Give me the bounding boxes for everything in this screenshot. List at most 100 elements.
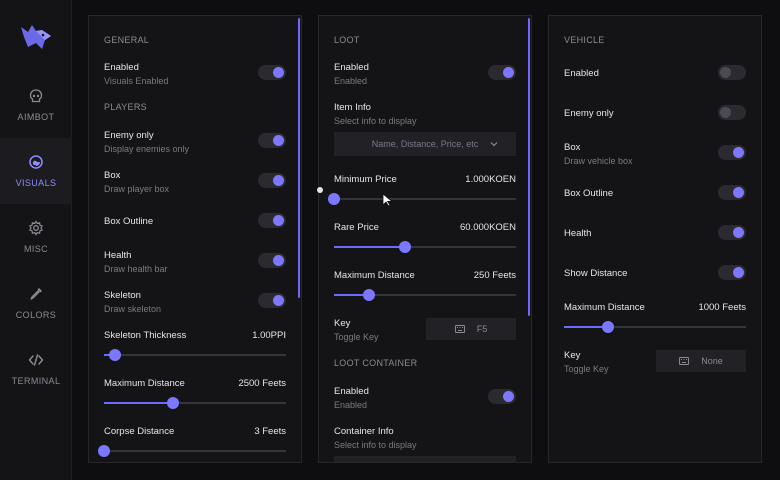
toggle-knob <box>273 67 284 78</box>
setting-value: 60.000KOEN <box>460 222 516 233</box>
players-skeleton-toggle[interactable] <box>258 293 286 308</box>
players-enemy-only-toggle[interactable] <box>258 133 286 148</box>
toggle-knob <box>733 187 744 198</box>
loot-max-distance-slider[interactable] <box>334 289 516 301</box>
slider-thumb[interactable] <box>601 321 614 333</box>
setting-label: Item Info <box>334 102 371 113</box>
toggle-knob <box>503 67 514 78</box>
vehicle-enabled-row: Enabled <box>564 65 746 80</box>
vehicle-health-toggle[interactable] <box>718 225 746 240</box>
setting-description: Draw health bar <box>104 264 168 274</box>
toggle-knob <box>273 255 284 266</box>
vehicle-key-button[interactable]: None <box>656 350 746 372</box>
setting-label: Container Info <box>334 426 394 437</box>
code-icon <box>28 354 44 366</box>
key-value: F5 <box>476 324 488 334</box>
setting-description: Visuals Enabled <box>104 76 169 86</box>
slider-fill <box>334 246 405 248</box>
slider-track <box>104 354 286 356</box>
container-info-dropdown[interactable] <box>334 456 516 462</box>
players-corpse-distance-row: Corpse Distance 3 Feets <box>98 426 286 457</box>
loot-item-info-row: Item Info Select info to display Name, D… <box>334 102 516 156</box>
setting-value: 1.00PPI <box>252 330 286 341</box>
section-title-players: PLAYERS <box>104 102 147 112</box>
sidebar: AIMBOT VISUALS MISC COLORS TERMINAL <box>0 0 72 480</box>
toggle-knob <box>720 67 731 78</box>
vehicle-box-outline-toggle[interactable] <box>718 185 746 200</box>
players-box-outline-toggle[interactable] <box>258 213 286 228</box>
loot-max-distance-row: Maximum Distance 250 Feets <box>334 270 516 301</box>
scrollbar[interactable] <box>298 18 300 298</box>
vehicle-enemy-only-toggle[interactable] <box>718 105 746 120</box>
key-value: None <box>701 356 723 366</box>
loot-container-enabled-toggle[interactable] <box>488 389 516 404</box>
vehicle-enabled-toggle[interactable] <box>718 65 746 80</box>
vehicle-max-distance-slider[interactable] <box>564 321 746 333</box>
slider-track <box>334 198 516 200</box>
players-enemy-only-row: Enemy only Display enemies only <box>104 130 286 154</box>
section-title-general: GENERAL <box>104 35 150 45</box>
general-enabled-toggle[interactable] <box>258 65 286 80</box>
gear-icon <box>29 220 43 236</box>
loot-enabled-toggle[interactable] <box>488 65 516 80</box>
eye-icon <box>29 155 43 169</box>
section-title-loot: LOOT <box>334 35 360 45</box>
loot-enabled-row: Enabled Enabled <box>334 62 516 86</box>
keyboard-icon <box>454 325 465 333</box>
slider-thumb[interactable] <box>98 445 110 457</box>
players-box-toggle[interactable] <box>258 173 286 188</box>
vehicle-show-distance-toggle[interactable] <box>718 265 746 280</box>
slider-thumb[interactable] <box>328 193 340 205</box>
eyedropper-icon <box>30 288 42 300</box>
skeleton-thickness-slider[interactable] <box>104 349 286 361</box>
toggle-knob <box>720 107 731 118</box>
sidebar-item-misc[interactable]: MISC <box>0 204 72 270</box>
loot-key-button[interactable]: F5 <box>426 318 516 340</box>
toggle-knob <box>733 267 744 278</box>
scrollbar[interactable] <box>528 18 530 316</box>
players-health-toggle[interactable] <box>258 253 286 268</box>
slider-thumb[interactable] <box>362 289 375 301</box>
toggle-knob <box>273 135 284 146</box>
keyboard-icon <box>679 357 690 365</box>
section-title-loot-container: LOOT CONTAINER <box>334 358 418 368</box>
sidebar-item-terminal[interactable]: TERMINAL <box>0 336 72 402</box>
corpse-distance-slider[interactable] <box>98 445 286 457</box>
setting-description: Enabled <box>334 76 368 86</box>
slider-thumb[interactable] <box>398 241 411 253</box>
players-box-outline-row: Box Outline <box>104 213 286 228</box>
toggle-knob <box>273 295 284 306</box>
loot-panel: LOOT Enabled Enabled Item Info Select in… <box>318 15 532 463</box>
slider-track <box>104 450 286 452</box>
loot-container-enabled-row: Enabled Enabled <box>334 386 516 410</box>
players-health-row: Health Draw health bar <box>104 250 286 274</box>
setting-description: Select info to display <box>334 116 417 126</box>
vehicle-box-outline-row: Box Outline <box>564 185 746 200</box>
sidebar-item-aimbot[interactable]: AIMBOT <box>0 72 72 138</box>
min-price-slider[interactable] <box>328 193 516 205</box>
slider-thumb[interactable] <box>108 349 121 361</box>
toggle-knob <box>503 391 514 402</box>
loot-min-price-row: Minimum Price 1.000KOEN <box>328 174 516 205</box>
sidebar-item-visuals[interactable]: VISUALS <box>0 138 72 204</box>
players-max-distance-slider[interactable] <box>104 397 286 409</box>
rare-price-slider[interactable] <box>334 241 516 253</box>
sidebar-item-label: TERMINAL <box>11 376 61 386</box>
players-skeleton-row: Skeleton Draw skeleton <box>104 290 286 314</box>
vehicle-box-toggle[interactable] <box>718 145 746 160</box>
item-info-dropdown[interactable]: Name, Distance, Price, etc <box>334 132 516 156</box>
drag-indicator-dot <box>317 187 323 193</box>
wolf-logo-icon <box>21 25 51 49</box>
slider-thumb[interactable] <box>167 397 180 409</box>
vehicle-show-distance-row: Show Distance <box>564 265 746 280</box>
players-skeleton-thickness-row: Skeleton Thickness 1.00PPI <box>104 330 286 361</box>
mouse-cursor-icon <box>382 193 394 207</box>
sidebar-item-label: MISC <box>23 244 49 254</box>
toggle-knob <box>733 227 744 238</box>
dropdown-value: Name, Distance, Price, etc <box>371 139 479 149</box>
players-max-distance-row: Maximum Distance 2500 Feets <box>104 378 286 409</box>
setting-value: 250 Feets <box>473 270 516 281</box>
setting-description: Draw skeleton <box>104 304 162 314</box>
sidebar-item-colors[interactable]: COLORS <box>0 270 72 336</box>
toggle-knob <box>273 175 284 186</box>
